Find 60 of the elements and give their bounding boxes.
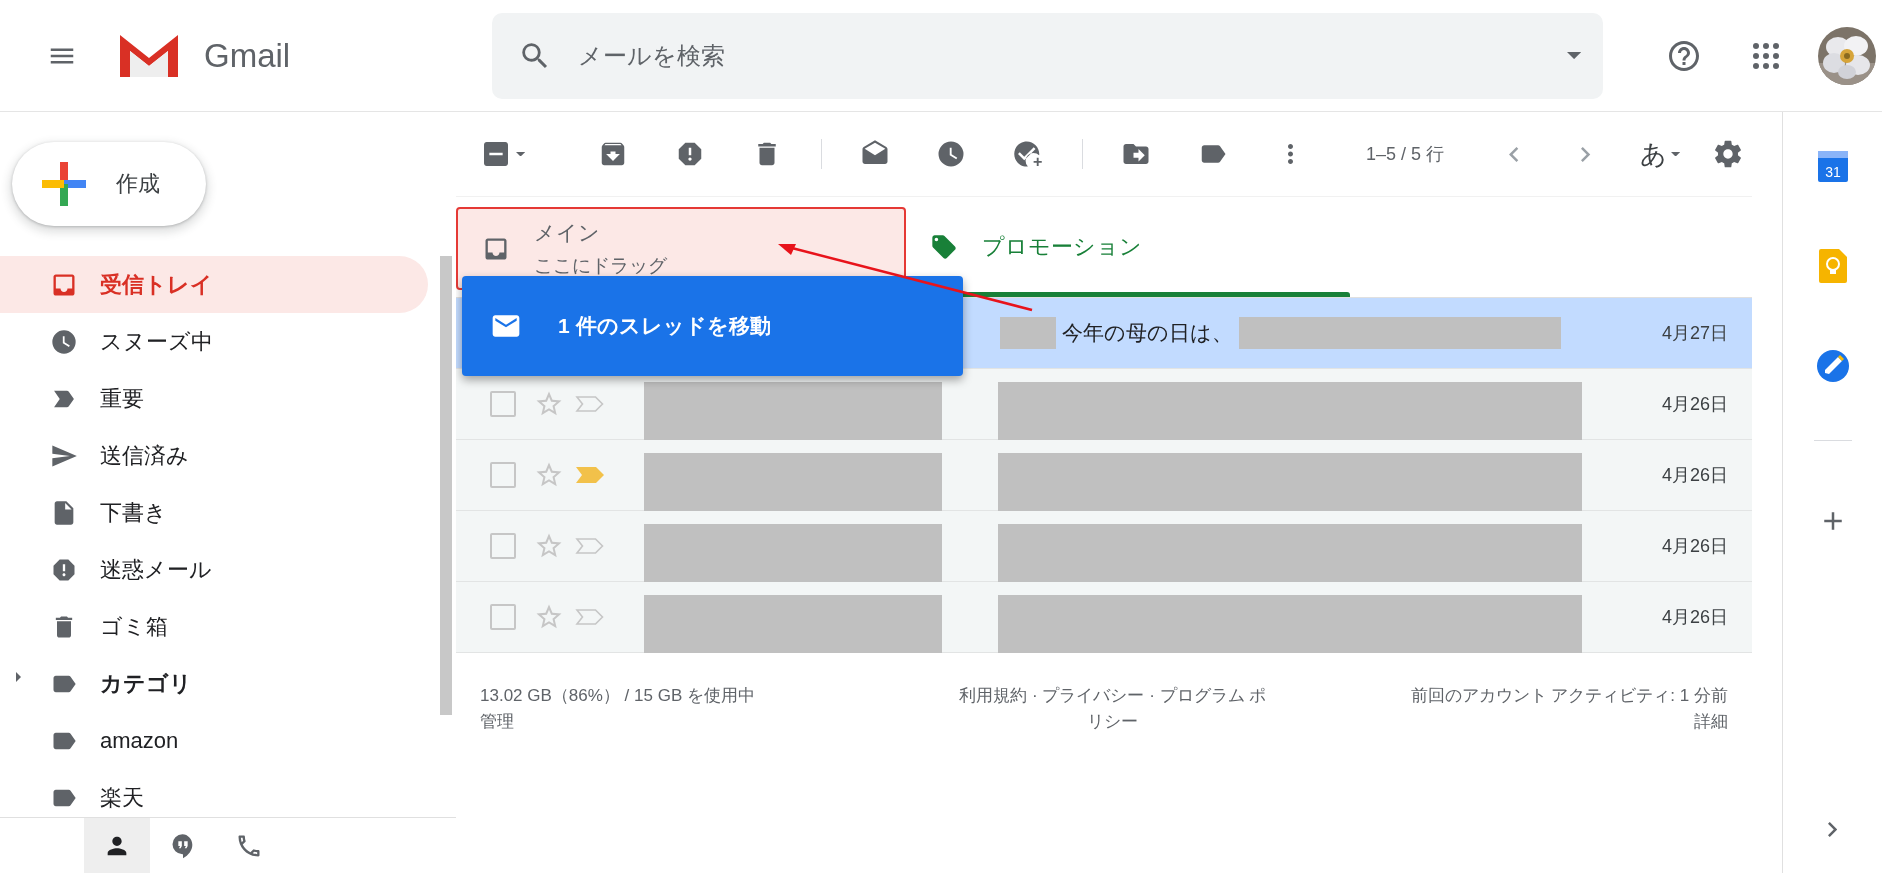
check-pencil-icon	[1815, 349, 1850, 383]
nav-item[interactable]: スヌーズ中	[0, 313, 428, 370]
nav-item[interactable]: 重要	[0, 370, 428, 427]
caret-icon	[516, 151, 526, 157]
nav-item[interactable]: 楽天	[0, 769, 428, 817]
check-plus-icon	[1013, 139, 1044, 169]
email-row[interactable]: 4月26日	[456, 440, 1752, 511]
nav-item[interactable]: 下書き	[0, 484, 428, 541]
email-row[interactable]: 4月26日	[456, 369, 1752, 440]
apps-icon	[1753, 42, 1780, 69]
chevron-left-icon	[1509, 146, 1519, 162]
tab-subtitle: ここにドラッグ	[534, 253, 667, 278]
email-date: 4月27日	[1661, 322, 1728, 345]
lightbulb-icon	[1818, 249, 1847, 283]
caret-icon	[1567, 51, 1582, 60]
expand-icon[interactable]	[16, 671, 21, 682]
email-row[interactable]: 4月26日	[456, 582, 1752, 653]
email-date: 4月26日	[1661, 535, 1728, 558]
tab-label: メイン	[534, 219, 601, 246]
plus-icon	[42, 162, 86, 206]
chevron-right-icon	[1827, 821, 1838, 837]
calendar-icon: 31	[1816, 149, 1849, 183]
compose-button[interactable]: 作成	[12, 142, 206, 226]
checkbox[interactable]	[490, 604, 516, 630]
search-input[interactable]: メールを検索	[576, 40, 1568, 71]
settings-icon	[1712, 138, 1744, 170]
email-date: 4月26日	[1661, 464, 1728, 487]
email-date: 4月26日	[1661, 606, 1728, 629]
caret-icon	[1670, 151, 1681, 157]
manage-link[interactable]: 管理	[480, 709, 755, 736]
email-subject: 今年の母の日は、	[1062, 320, 1233, 346]
page-range: 1–5 / 5 行	[1366, 143, 1445, 166]
tag-icon	[930, 233, 958, 261]
tab-label: プロモーション	[982, 233, 1142, 261]
search-field[interactable]: メールを検索	[492, 12, 1604, 99]
checkbox[interactable]	[490, 533, 516, 559]
checkbox[interactable]	[490, 391, 516, 417]
more-icon	[1287, 144, 1293, 164]
nav-item[interactable]: 送信済み	[0, 427, 428, 484]
checkbox[interactable]	[490, 462, 516, 488]
email-date: 4月26日	[1661, 393, 1728, 416]
input-tool-button[interactable]: あ	[1635, 130, 1685, 178]
details-link[interactable]: 詳細	[1694, 709, 1728, 736]
scrollbar[interactable]	[440, 256, 452, 715]
calendar-button[interactable]: 31	[1808, 142, 1857, 190]
app-name: Gmail	[204, 36, 291, 75]
person-tab[interactable]	[84, 818, 150, 873]
redacted-text	[1000, 317, 1056, 349]
clock-icon	[50, 327, 78, 356]
account-activity: 前回のアカウント アクティビティ: 1 分前	[1410, 685, 1728, 707]
nav-item[interactable]: 受信トレイ	[0, 256, 428, 313]
nav-item[interactable]: カテゴリ	[0, 655, 428, 712]
storage-usage: 13.02 GB（86%） / 15 GB を使用中	[480, 685, 755, 707]
policy-links[interactable]: 利用規約 · プライバシー · プログラム ポリシー	[956, 683, 1269, 736]
email-row[interactable]: 4月26日	[456, 511, 1752, 582]
nav-item[interactable]: ゴミ箱	[0, 598, 428, 655]
nav-item[interactable]: amazon	[0, 712, 428, 769]
chevron-right-icon	[1581, 146, 1591, 162]
nav-item[interactable]: 迷惑メール	[0, 541, 428, 598]
tooltip-text: 1 件のスレッドを移動	[558, 313, 771, 339]
